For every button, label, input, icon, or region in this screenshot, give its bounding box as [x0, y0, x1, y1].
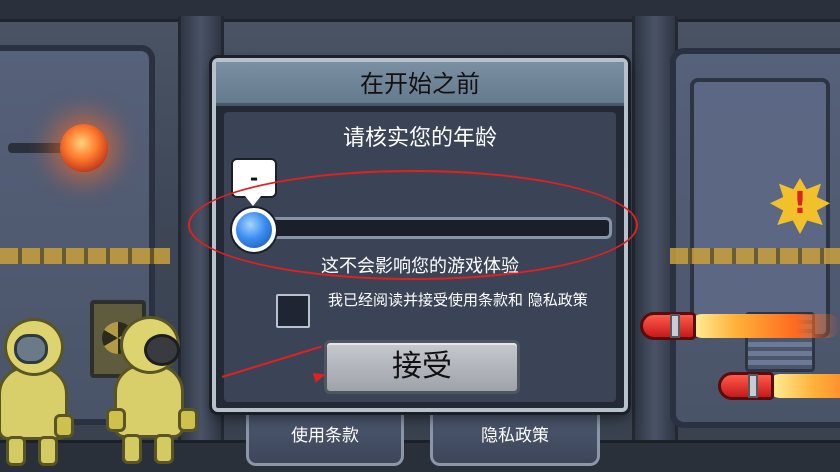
rocket-band — [748, 374, 758, 398]
accept-button[interactable]: 接受 — [324, 340, 520, 394]
hazmat-visor — [14, 334, 48, 364]
rocket-flame — [690, 314, 840, 338]
rocket-band — [670, 314, 680, 338]
game-scene: ! 使用条款 隐私政策 在开始之前 请核实您的年龄 - 这不会影响您的游戏体验 … — [0, 0, 840, 472]
hazmat-glove — [54, 414, 74, 438]
hazmat-leg — [6, 436, 26, 466]
dialog-title: 在开始之前 — [216, 62, 624, 106]
hazmat-leg — [154, 434, 174, 464]
hazmat-leg — [38, 436, 58, 466]
warning-symbol: ! — [793, 186, 807, 221]
rocket-shell — [718, 372, 774, 400]
lamp-arm — [8, 143, 66, 153]
accept-terms-label: 我已经阅读并接受使用条款和 隐私政策 — [328, 291, 588, 309]
hazmat-leg — [122, 434, 142, 464]
accept-terms-checkbox[interactable] — [276, 294, 310, 328]
gas-mask — [144, 334, 180, 366]
rocket-shell — [640, 312, 696, 340]
age-note: 这不会影响您的游戏体验 — [321, 256, 519, 277]
warning-lamp — [60, 124, 108, 172]
ceiling — [0, 0, 840, 22]
rocket-flame — [768, 374, 840, 398]
hazard-stripe-right — [670, 248, 840, 264]
hazmat-glove — [106, 408, 126, 432]
privacy-policy-button[interactable]: 隐私政策 — [430, 414, 600, 466]
hazard-stripe-left — [0, 248, 170, 264]
hazmat-scientist-1 — [0, 318, 82, 468]
hazmat-glove — [178, 408, 198, 432]
rocket-icon — [640, 306, 840, 346]
warning-icon: ! — [770, 178, 830, 234]
hazmat-scientist-2 — [106, 316, 208, 466]
rocket-icon — [718, 366, 840, 406]
terms-of-use-button[interactable]: 使用条款 — [246, 414, 404, 466]
dialog-subtitle: 请核实您的年龄 — [342, 126, 497, 151]
